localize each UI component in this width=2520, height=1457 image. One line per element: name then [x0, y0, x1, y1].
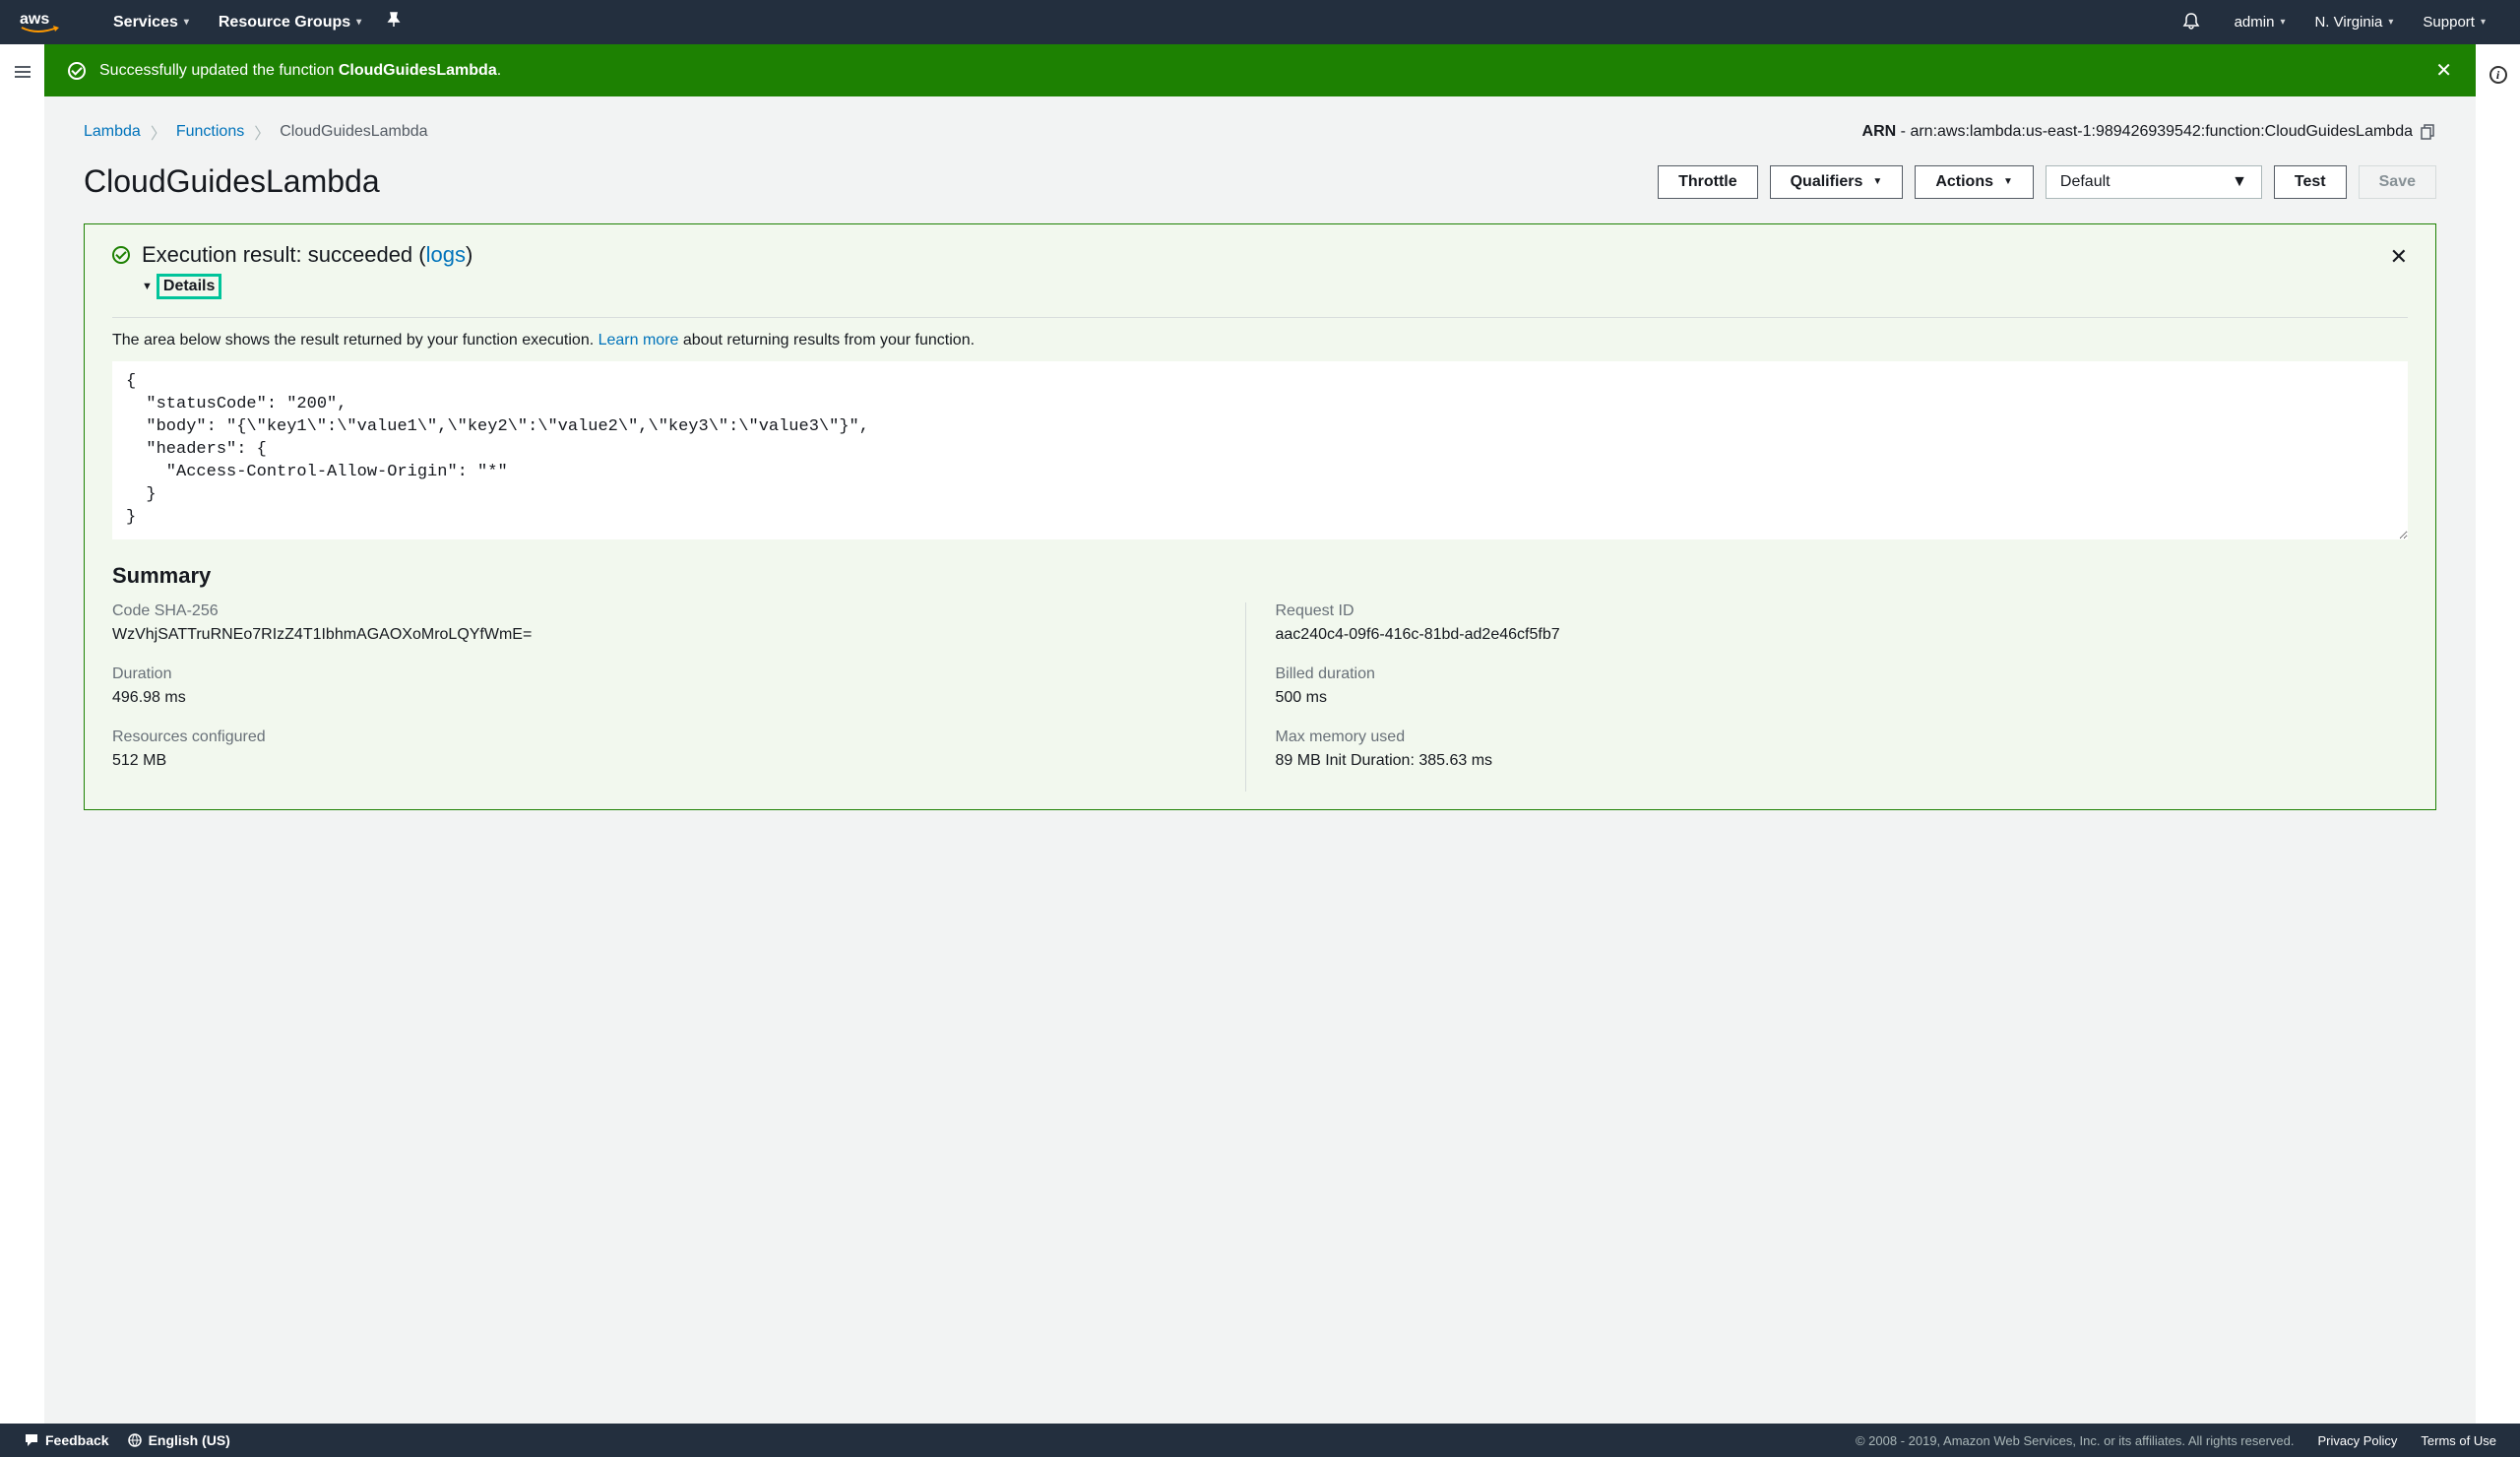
- caret-down-icon: ▼: [142, 281, 153, 292]
- breadcrumb-functions[interactable]: Functions: [176, 123, 244, 141]
- chevron-down-icon: ▾: [2388, 17, 2393, 28]
- nav-resource-groups-label: Resource Groups: [219, 14, 350, 32]
- test-event-select[interactable]: Default▼: [2046, 165, 2262, 199]
- terms-link[interactable]: Terms of Use: [2421, 1433, 2496, 1448]
- nav-support-label: Support: [2423, 14, 2475, 31]
- chevron-down-icon: ▾: [2481, 17, 2486, 28]
- learn-more-link[interactable]: Learn more: [598, 332, 679, 348]
- breadcrumb-current: CloudGuidesLambda: [280, 123, 427, 141]
- info-icon[interactable]: i: [2489, 66, 2507, 84]
- check-circle-icon: [112, 246, 130, 264]
- summary-item: Code SHA-256 WzVhjSATTruRNEo7RIzZ4T1Ibhm…: [112, 602, 1216, 644]
- summary-item: Billed duration 500 ms: [1276, 665, 2379, 707]
- check-circle-icon: [68, 62, 86, 80]
- pin-icon[interactable]: [386, 12, 402, 32]
- details-toggle[interactable]: ▼ Details: [142, 274, 221, 299]
- right-gutter: i: [2476, 44, 2520, 1424]
- footer: Feedback English (US) © 2008 - 2019, Ama…: [0, 1424, 2520, 1457]
- execution-title: Execution result: succeeded (logs): [142, 242, 2378, 268]
- throttle-button[interactable]: Throttle: [1658, 165, 1758, 199]
- nav-user[interactable]: admin ▾: [2220, 14, 2300, 31]
- feedback-link[interactable]: Feedback: [24, 1432, 109, 1448]
- actions-button[interactable]: Actions▼: [1915, 165, 2034, 199]
- chevron-right-icon: 〉: [151, 120, 166, 144]
- nav-user-label: admin: [2235, 14, 2275, 31]
- nav-resource-groups[interactable]: Resource Groups ▾: [204, 14, 376, 32]
- svg-text:aws: aws: [20, 11, 49, 28]
- execution-description: The area below shows the result returned…: [112, 317, 2408, 349]
- privacy-link[interactable]: Privacy Policy: [2318, 1433, 2398, 1448]
- copyright: © 2008 - 2019, Amazon Web Services, Inc.…: [1856, 1433, 2295, 1448]
- result-output[interactable]: { "statusCode": "200", "body": "{\"key1\…: [112, 361, 2408, 539]
- logs-link[interactable]: logs: [426, 242, 466, 267]
- close-icon[interactable]: ✕: [2390, 244, 2408, 270]
- nav-services-label: Services: [113, 14, 178, 32]
- caret-down-icon: ▼: [2232, 173, 2247, 191]
- aws-logo[interactable]: aws: [20, 8, 69, 37]
- chevron-down-icon: ▾: [356, 17, 361, 28]
- main-content: Successfully updated the function CloudG…: [44, 44, 2476, 1424]
- copy-icon[interactable]: [2421, 124, 2436, 140]
- chevron-right-icon: 〉: [254, 120, 270, 144]
- details-label[interactable]: Details: [157, 274, 221, 299]
- summary-item: Duration 496.98 ms: [112, 665, 1216, 707]
- nav-region-label: N. Virginia: [2314, 14, 2382, 31]
- nav-support[interactable]: Support ▾: [2408, 14, 2500, 31]
- notifications-icon[interactable]: [2182, 12, 2200, 32]
- nav-services[interactable]: Services ▾: [98, 14, 204, 32]
- execution-result-panel: Execution result: succeeded (logs) ▼ Det…: [84, 223, 2436, 810]
- banner-text: Successfully updated the function CloudG…: [99, 62, 501, 80]
- save-button: Save: [2359, 165, 2436, 199]
- left-gutter: [0, 44, 44, 1424]
- chevron-down-icon: ▾: [184, 17, 189, 28]
- breadcrumb-lambda[interactable]: Lambda: [84, 123, 141, 141]
- arn-value: arn:aws:lambda:us-east-1:989426939542:fu…: [1910, 123, 2413, 140]
- arn-display: ARN - arn:aws:lambda:us-east-1:989426939…: [1862, 123, 2436, 141]
- summary-item: Resources configured 512 MB: [112, 728, 1216, 770]
- chevron-down-icon: ▾: [2280, 17, 2285, 28]
- summary-item: Max memory used 89 MB Init Duration: 385…: [1276, 728, 2379, 770]
- test-button[interactable]: Test: [2274, 165, 2347, 199]
- close-icon[interactable]: ✕: [2435, 58, 2452, 83]
- menu-icon[interactable]: [15, 66, 31, 78]
- summary-title: Summary: [112, 563, 2408, 589]
- page-title: CloudGuidesLambda: [84, 163, 1646, 200]
- language-select[interactable]: English (US): [127, 1432, 230, 1448]
- summary-grid: Code SHA-256 WzVhjSATTruRNEo7RIzZ4T1Ibhm…: [112, 602, 2408, 792]
- caret-down-icon: ▼: [1872, 176, 1882, 187]
- success-banner: Successfully updated the function CloudG…: [44, 44, 2476, 96]
- qualifiers-button[interactable]: Qualifiers▼: [1770, 165, 1904, 199]
- breadcrumb: Lambda 〉 Functions 〉 CloudGuidesLambda: [84, 120, 428, 144]
- nav-region[interactable]: N. Virginia ▾: [2300, 14, 2408, 31]
- summary-item: Request ID aac240c4-09f6-416c-81bd-ad2e4…: [1276, 602, 2379, 644]
- top-nav: aws Services ▾ Resource Groups ▾ admin ▾…: [0, 0, 2520, 44]
- caret-down-icon: ▼: [2003, 176, 2013, 187]
